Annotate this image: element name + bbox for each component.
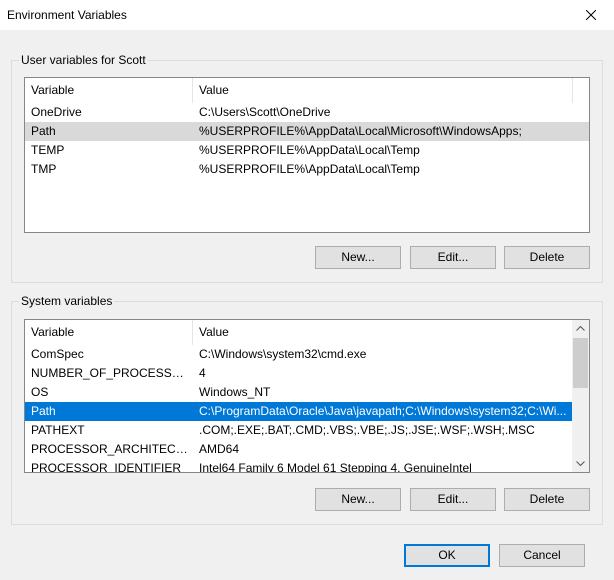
- dialog-body: User variables for Scott Variable Value …: [0, 30, 614, 580]
- chevron-up-icon: [576, 326, 585, 331]
- close-icon: [586, 10, 596, 20]
- list-rows: OneDrive C:\Users\Scott\OneDrive Path %USER…: [25, 103, 589, 179]
- window-title: Environment Variables: [7, 8, 127, 22]
- variable-value: %USERPROFILE%\AppData\Local\Temp: [199, 143, 420, 157]
- variable-value: 4: [199, 366, 206, 380]
- list-item[interactable]: PROCESSOR_IDENTIFIER Intel64 Family 6 Mod…: [25, 459, 572, 473]
- list-item[interactable]: PROCESSOR_ARCHITECTURE AMD64: [25, 440, 572, 459]
- user-variables-label: User variables for Scott: [19, 53, 148, 67]
- user-new-button[interactable]: New...: [315, 246, 401, 269]
- variable-name: PROCESSOR_IDENTIFIER: [31, 461, 182, 473]
- variable-value: %USERPROFILE%\AppData\Local\Temp: [199, 162, 420, 176]
- chevron-down-icon: [576, 461, 585, 466]
- list-rows: ComSpec C:\Windows\system32\cmd.exe NUMBER…: [25, 345, 572, 473]
- variable-name: Path: [31, 404, 56, 418]
- list-item[interactable]: TMP %USERPROFILE%\AppData\Local\Temp: [25, 160, 589, 179]
- variable-value: C:\Users\Scott\OneDrive: [199, 105, 331, 119]
- variable-value: AMD64: [199, 442, 240, 456]
- list-item[interactable]: PATHEXT .COM;.EXE;.BAT;.CMD;.VBS;.VBE;.JS…: [25, 421, 572, 440]
- variable-name: PROCESSOR_ARCHITECTURE: [31, 442, 193, 456]
- system-edit-button[interactable]: Edit...: [410, 488, 496, 511]
- variable-name: Path: [31, 124, 56, 138]
- column-header-value[interactable]: Value: [193, 78, 573, 103]
- list-item[interactable]: OneDrive C:\Users\Scott\OneDrive: [25, 103, 589, 122]
- variable-value: %USERPROFILE%\AppData\Local\Microsoft\Wi…: [199, 124, 522, 138]
- variable-name: OneDrive: [31, 105, 82, 119]
- list-item[interactable]: OS Windows_NT: [25, 383, 572, 402]
- vertical-scrollbar[interactable]: [572, 320, 589, 472]
- variable-value: .COM;.EXE;.BAT;.CMD;.VBS;.VBE;.JS;.JSE;.…: [199, 423, 535, 437]
- user-edit-button[interactable]: Edit...: [410, 246, 496, 269]
- cancel-button[interactable]: Cancel: [499, 544, 585, 567]
- scroll-down-button[interactable]: [572, 455, 589, 472]
- variable-name: ComSpec: [31, 347, 84, 361]
- list-item[interactable]: NUMBER_OF_PROCESSORS 4: [25, 364, 572, 383]
- list-header: Variable Value: [25, 320, 589, 345]
- column-header-variable[interactable]: Variable: [25, 320, 193, 345]
- list-item[interactable]: Path C:\ProgramData\Oracle\Java\javapath;…: [25, 402, 572, 421]
- user-variables-list[interactable]: Variable Value OneDrive C:\Users\Scott\On…: [24, 77, 590, 233]
- variable-value: C:\ProgramData\Oracle\Java\javapath;C:\W…: [199, 404, 567, 418]
- variable-name: OS: [31, 385, 49, 399]
- list-header: Variable Value: [25, 78, 589, 103]
- system-new-button[interactable]: New...: [315, 488, 401, 511]
- scroll-up-button[interactable]: [572, 320, 589, 337]
- system-variables-label: System variables: [19, 294, 115, 308]
- column-header-value[interactable]: Value: [193, 320, 573, 345]
- list-item[interactable]: Path %USERPROFILE%\AppData\Local\Microsof…: [25, 122, 589, 141]
- variable-name: PATHEXT: [31, 423, 85, 437]
- system-delete-button[interactable]: Delete: [504, 488, 590, 511]
- variable-name: TEMP: [31, 143, 65, 157]
- variable-name: TMP: [31, 162, 57, 176]
- title-bar: Environment Variables: [0, 0, 614, 30]
- close-button[interactable]: [568, 0, 614, 30]
- variable-value: Intel64 Family 6 Model 61 Stepping 4, Ge…: [199, 461, 472, 473]
- variable-value: Windows_NT: [199, 385, 271, 399]
- scroll-thumb[interactable]: [573, 338, 588, 388]
- column-header-variable[interactable]: Variable: [25, 78, 193, 103]
- list-item[interactable]: ComSpec C:\Windows\system32\cmd.exe: [25, 345, 572, 364]
- variable-value: C:\Windows\system32\cmd.exe: [199, 347, 367, 361]
- list-item[interactable]: TEMP %USERPROFILE%\AppData\Local\Temp: [25, 141, 589, 160]
- variable-name: NUMBER_OF_PROCESSORS: [31, 366, 193, 380]
- system-variables-list[interactable]: Variable Value ComSpec C:\Windows\system3…: [24, 319, 590, 473]
- ok-button[interactable]: OK: [404, 544, 490, 567]
- user-delete-button[interactable]: Delete: [504, 246, 590, 269]
